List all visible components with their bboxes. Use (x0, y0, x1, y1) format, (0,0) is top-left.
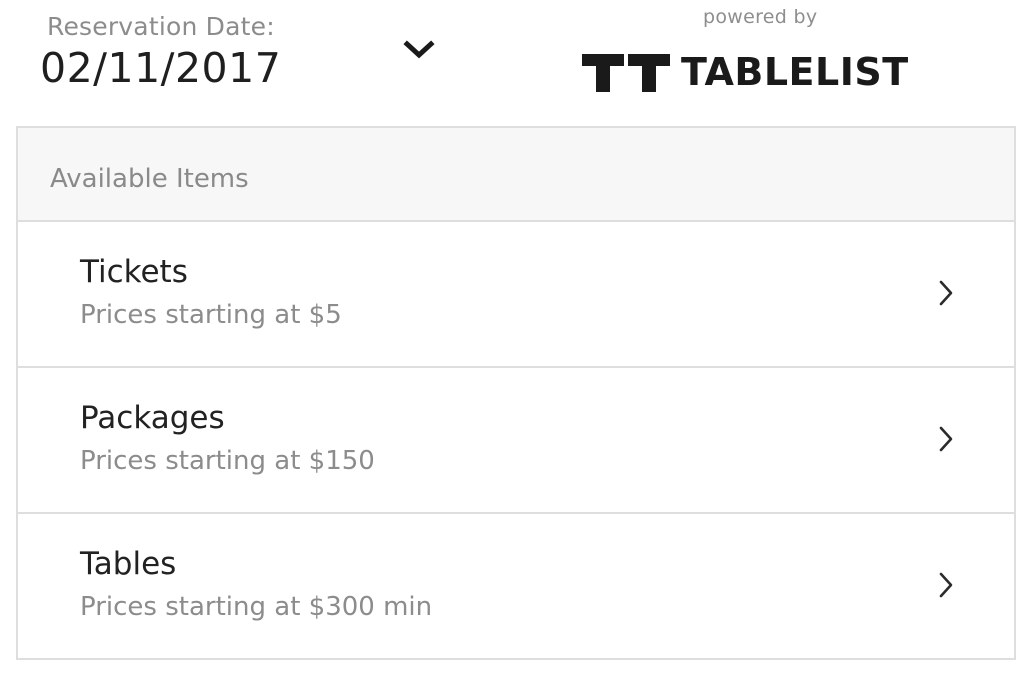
item-name: Tickets (80, 254, 188, 290)
tablelist-brand-name: TABLELIST (681, 50, 909, 94)
item-price: Prices starting at $150 (80, 446, 375, 476)
header: Reservation Date: 02/11/2017 powered by … (0, 0, 1035, 127)
item-row-packages[interactable]: Packages Prices starting at $150 (18, 368, 1014, 514)
tablelist-logo-icon (582, 54, 670, 92)
reservation-date-picker[interactable]: Reservation Date: 02/11/2017 (40, 8, 450, 98)
tablelist-logo: TABLELIST (582, 50, 942, 96)
chevron-right-icon[interactable] (936, 424, 956, 454)
chevron-down-icon[interactable] (402, 38, 436, 62)
item-price: Prices starting at $5 (80, 300, 342, 330)
item-price: Prices starting at $300 min (80, 592, 433, 622)
panel-header: Available Items (18, 128, 1014, 222)
item-row-tables[interactable]: Tables Prices starting at $300 min (18, 514, 1014, 658)
chevron-right-icon[interactable] (936, 278, 956, 308)
available-items-panel: Available Items Tickets Prices starting … (16, 126, 1016, 660)
item-row-tickets[interactable]: Tickets Prices starting at $5 (18, 222, 1014, 368)
reservation-date-label: Reservation Date: (47, 12, 275, 41)
powered-by-text: powered by (703, 6, 818, 28)
panel-title: Available Items (50, 164, 249, 194)
item-name: Tables (80, 546, 177, 582)
chevron-right-icon[interactable] (936, 570, 956, 600)
item-name: Packages (80, 400, 225, 436)
reservation-date-value[interactable]: 02/11/2017 (40, 44, 281, 92)
